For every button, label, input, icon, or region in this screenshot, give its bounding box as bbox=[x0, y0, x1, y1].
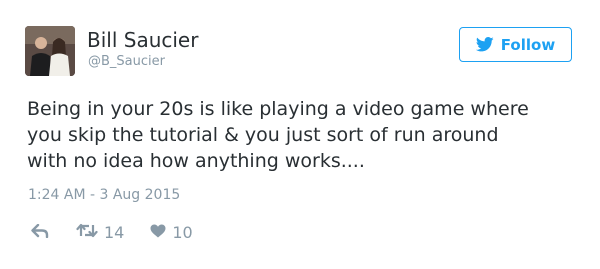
tweet-text: Being in your 20s is like playing a vide… bbox=[27, 96, 587, 174]
retweet-count: 14 bbox=[104, 222, 125, 242]
reply-icon bbox=[31, 223, 49, 242]
user-name[interactable]: Bill Saucier bbox=[87, 28, 198, 52]
follow-button[interactable]: Follow bbox=[459, 27, 572, 62]
heart-icon bbox=[150, 223, 166, 242]
tweet-text-line: Being in your 20s is like playing a vide… bbox=[27, 98, 529, 120]
like-button[interactable]: 10 bbox=[150, 222, 193, 242]
retweet-button[interactable]: 14 bbox=[76, 223, 124, 242]
tweet-card: Bill Saucier @B_Saucier Follow Being in … bbox=[0, 0, 600, 269]
user-handle[interactable]: @B_Saucier bbox=[88, 54, 165, 69]
like-count: 10 bbox=[172, 222, 193, 242]
tweet-timestamp[interactable]: 1:24 AM - 3 Aug 2015 bbox=[28, 187, 180, 203]
twitter-bird-icon bbox=[475, 37, 494, 52]
reply-button[interactable] bbox=[31, 223, 49, 242]
avatar[interactable] bbox=[25, 26, 75, 76]
tweet-actions: 14 10 bbox=[31, 219, 193, 245]
tweet-text-line: you skip the tutorial & you just sort of… bbox=[27, 124, 499, 146]
follow-button-label: Follow bbox=[500, 35, 556, 54]
retweet-icon bbox=[76, 223, 98, 242]
tweet-text-line: with no idea how anything works.... bbox=[27, 150, 365, 172]
